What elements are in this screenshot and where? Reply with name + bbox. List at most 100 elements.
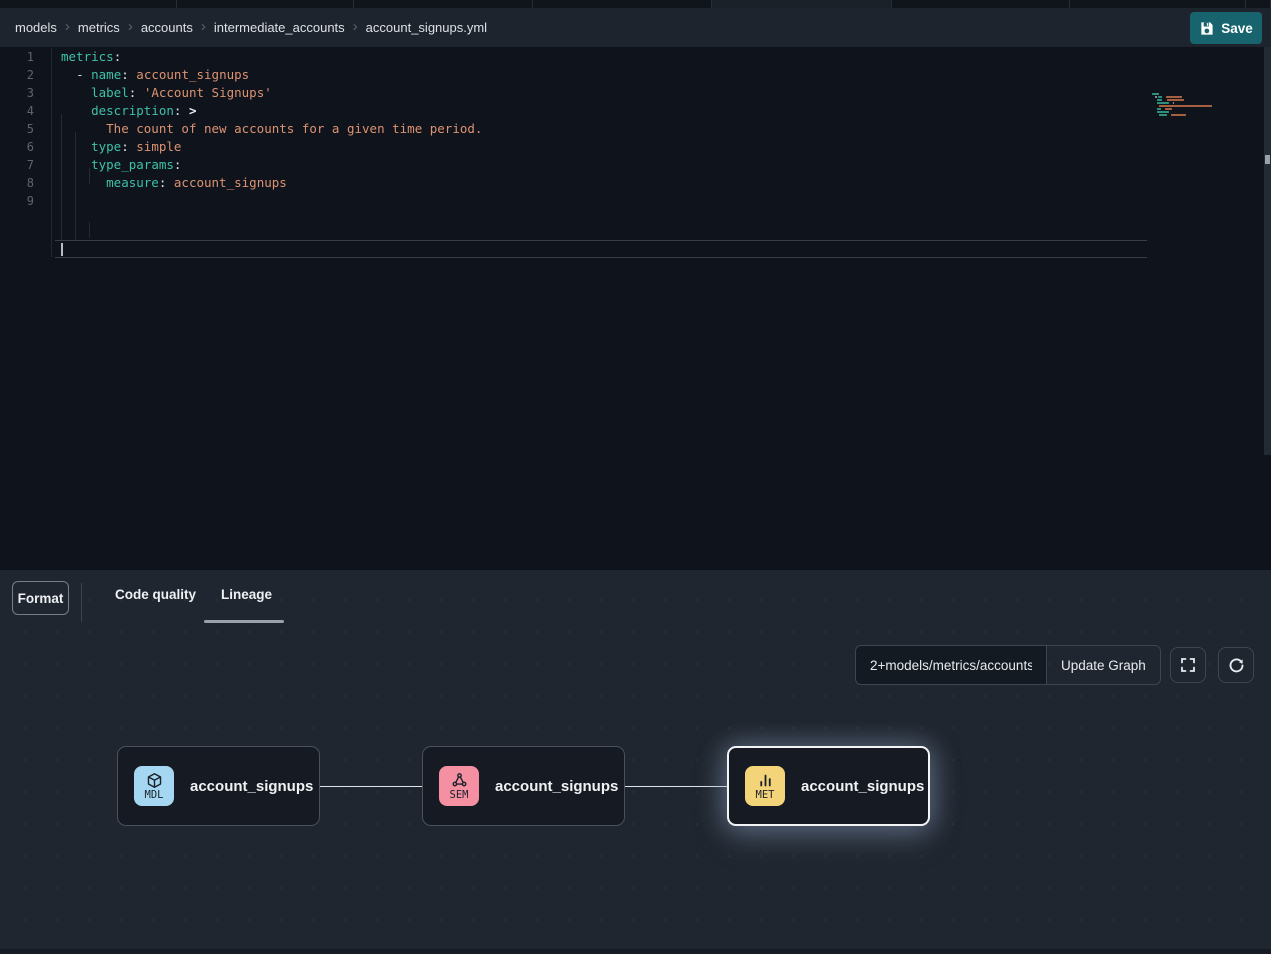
ide-window: models › metrics › accounts › intermediate_acc… xyxy=(0,0,1271,954)
panel-divider xyxy=(81,583,82,622)
code-token xyxy=(61,175,106,190)
breadcrumb-item[interactable]: metrics xyxy=(78,20,120,35)
line-number: 4 xyxy=(0,102,36,120)
node-badge-label: SEM xyxy=(450,790,469,801)
active-tab-underline xyxy=(204,620,284,623)
code-token: : xyxy=(129,85,144,100)
editor-tab[interactable] xyxy=(533,0,712,8)
tab-code-quality[interactable]: Code quality xyxy=(115,587,196,602)
bottom-edge-strip xyxy=(0,949,1271,954)
line-number-gutter: 123456789 xyxy=(0,48,36,210)
update-graph-button[interactable]: Update Graph xyxy=(1047,645,1161,685)
chevron-right-icon: › xyxy=(128,19,133,34)
code-token xyxy=(61,103,91,118)
format-button[interactable]: Format xyxy=(12,581,69,615)
refresh-icon xyxy=(1228,657,1245,674)
minimap-line xyxy=(1152,117,1214,119)
code-token xyxy=(61,121,106,136)
code-line: - name: account_signups xyxy=(61,66,482,84)
code-token: type xyxy=(91,139,121,154)
code-token: metrics xyxy=(61,49,114,64)
lineage-node-mdl[interactable]: MDL account_signups xyxy=(117,746,320,826)
minimap-line xyxy=(1152,102,1214,104)
breadcrumb-bar: models › metrics › accounts › intermediate_acc… xyxy=(0,8,1271,47)
code-token: : xyxy=(159,175,174,190)
line-number: 7 xyxy=(0,156,36,174)
code-token xyxy=(61,85,91,100)
lineage-selector-group: Update Graph xyxy=(855,645,1161,685)
code-token: - xyxy=(76,67,91,82)
editor-scrollbar[interactable] xyxy=(1264,47,1271,455)
lineage-node-sem[interactable]: SEMaccount_signups xyxy=(422,746,625,826)
code-line xyxy=(61,192,482,210)
editor-tab[interactable] xyxy=(712,0,892,8)
code-token: 'Account Signups' xyxy=(144,85,272,100)
code-token: description xyxy=(91,103,174,118)
editor-tab-strip xyxy=(0,0,1271,8)
node-badge: MDL xyxy=(134,766,174,806)
fullscreen-button[interactable] xyxy=(1170,647,1206,683)
minimap-line xyxy=(1152,108,1214,110)
editor-tab[interactable] xyxy=(1070,0,1246,8)
code-line: type_params: xyxy=(61,156,482,174)
breadcrumb-item[interactable]: account_signups.yml xyxy=(366,20,487,35)
minimap-line xyxy=(1152,93,1214,95)
semantic-graph-icon xyxy=(451,772,468,789)
node-badge: MET xyxy=(745,766,785,806)
node-badge-label: MET xyxy=(756,790,775,801)
code-token xyxy=(61,139,91,154)
lineage-edge xyxy=(625,786,727,787)
save-button[interactable]: Save xyxy=(1190,12,1262,44)
bottom-panel: Format Code quality Lineage Update Graph xyxy=(0,570,1271,954)
code-token xyxy=(61,67,76,82)
editor-tab[interactable] xyxy=(177,0,354,8)
breadcrumb-item[interactable]: models xyxy=(15,20,57,35)
code-token: : xyxy=(121,67,136,82)
metric-chart-icon xyxy=(757,772,774,789)
node-label: account_signups xyxy=(801,778,924,795)
minimap-line xyxy=(1152,111,1214,113)
breadcrumb: models › metrics › accounts › intermediate_acc… xyxy=(15,20,487,35)
gutter-divider xyxy=(51,48,52,257)
code-editor[interactable]: 123456789 metrics: - name: account_signu… xyxy=(0,47,1271,570)
tab-lineage[interactable]: Lineage xyxy=(221,587,272,602)
refresh-button[interactable] xyxy=(1218,647,1254,683)
line-number: 1 xyxy=(0,48,36,66)
node-badge: SEM xyxy=(439,766,479,806)
node-badge-label: MDL xyxy=(145,790,164,801)
editor-tab[interactable] xyxy=(354,0,533,8)
breadcrumb-item[interactable]: intermediate_accounts xyxy=(214,20,345,35)
minimap[interactable] xyxy=(1152,93,1214,120)
editor-scrollbar-thumb[interactable] xyxy=(1265,155,1270,164)
code-token: account_signups xyxy=(174,175,287,190)
editor-tab[interactable] xyxy=(0,0,177,8)
code-line: metrics: xyxy=(61,48,482,66)
code-token xyxy=(61,157,91,172)
active-line-highlight xyxy=(55,240,1147,258)
code-token: type_params xyxy=(91,157,174,172)
line-number: 6 xyxy=(0,138,36,156)
code-line: type: simple xyxy=(61,138,482,156)
line-number: 8 xyxy=(0,174,36,192)
minimap-line xyxy=(1152,114,1214,116)
code-line: The count of new accounts for a given ti… xyxy=(61,120,482,138)
chevron-right-icon: › xyxy=(65,19,70,34)
lineage-node-met[interactable]: MET account_signups xyxy=(727,746,930,826)
code-token: : xyxy=(114,49,122,64)
code-token: : xyxy=(174,103,189,118)
minimap-line xyxy=(1152,105,1214,107)
node-label: account_signups xyxy=(190,778,313,795)
model-cube-icon xyxy=(146,772,163,789)
editor-tab[interactable] xyxy=(1246,0,1271,8)
code-token: : xyxy=(174,157,182,172)
code-token: : xyxy=(121,139,136,154)
editor-tab[interactable] xyxy=(892,0,1070,8)
lineage-selector-input[interactable] xyxy=(855,645,1047,685)
lineage-edge xyxy=(320,786,422,787)
minimap-line xyxy=(1152,99,1214,101)
code-token: account_signups xyxy=(136,67,249,82)
breadcrumb-item[interactable]: accounts xyxy=(141,20,193,35)
chevron-right-icon: › xyxy=(201,19,206,34)
code-token: name xyxy=(91,67,121,82)
text-cursor xyxy=(61,243,63,256)
